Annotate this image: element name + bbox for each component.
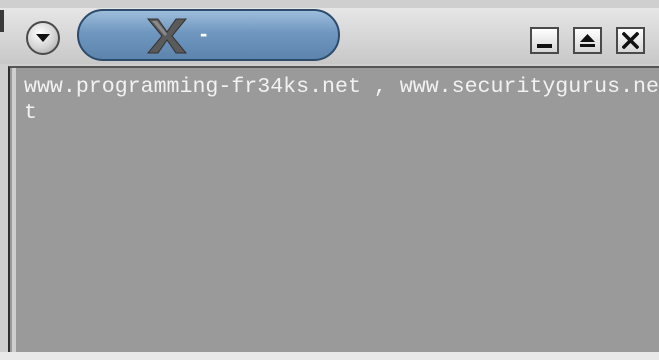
minimize-icon xyxy=(537,44,552,48)
x-logo-icon xyxy=(146,18,188,54)
window-title: - xyxy=(200,21,208,46)
minimize-button[interactable] xyxy=(530,27,559,54)
maximize-button[interactable] xyxy=(573,27,602,54)
text-output[interactable]: www.programming-fr34ks.net , www.securit… xyxy=(24,74,659,126)
close-button[interactable] xyxy=(616,27,645,54)
window-title-tab[interactable]: - xyxy=(77,9,340,61)
window-bottom-border xyxy=(0,352,659,360)
window-menu-button[interactable] xyxy=(26,21,60,55)
chevron-down-icon xyxy=(36,34,50,42)
window-corner xyxy=(0,10,4,32)
maximize-icon xyxy=(580,34,595,47)
content-area[interactable]: www.programming-fr34ks.net , www.securit… xyxy=(8,66,659,352)
close-icon xyxy=(622,32,639,49)
application-window: - www.programming-fr34ks.net , www.secur… xyxy=(0,0,659,360)
